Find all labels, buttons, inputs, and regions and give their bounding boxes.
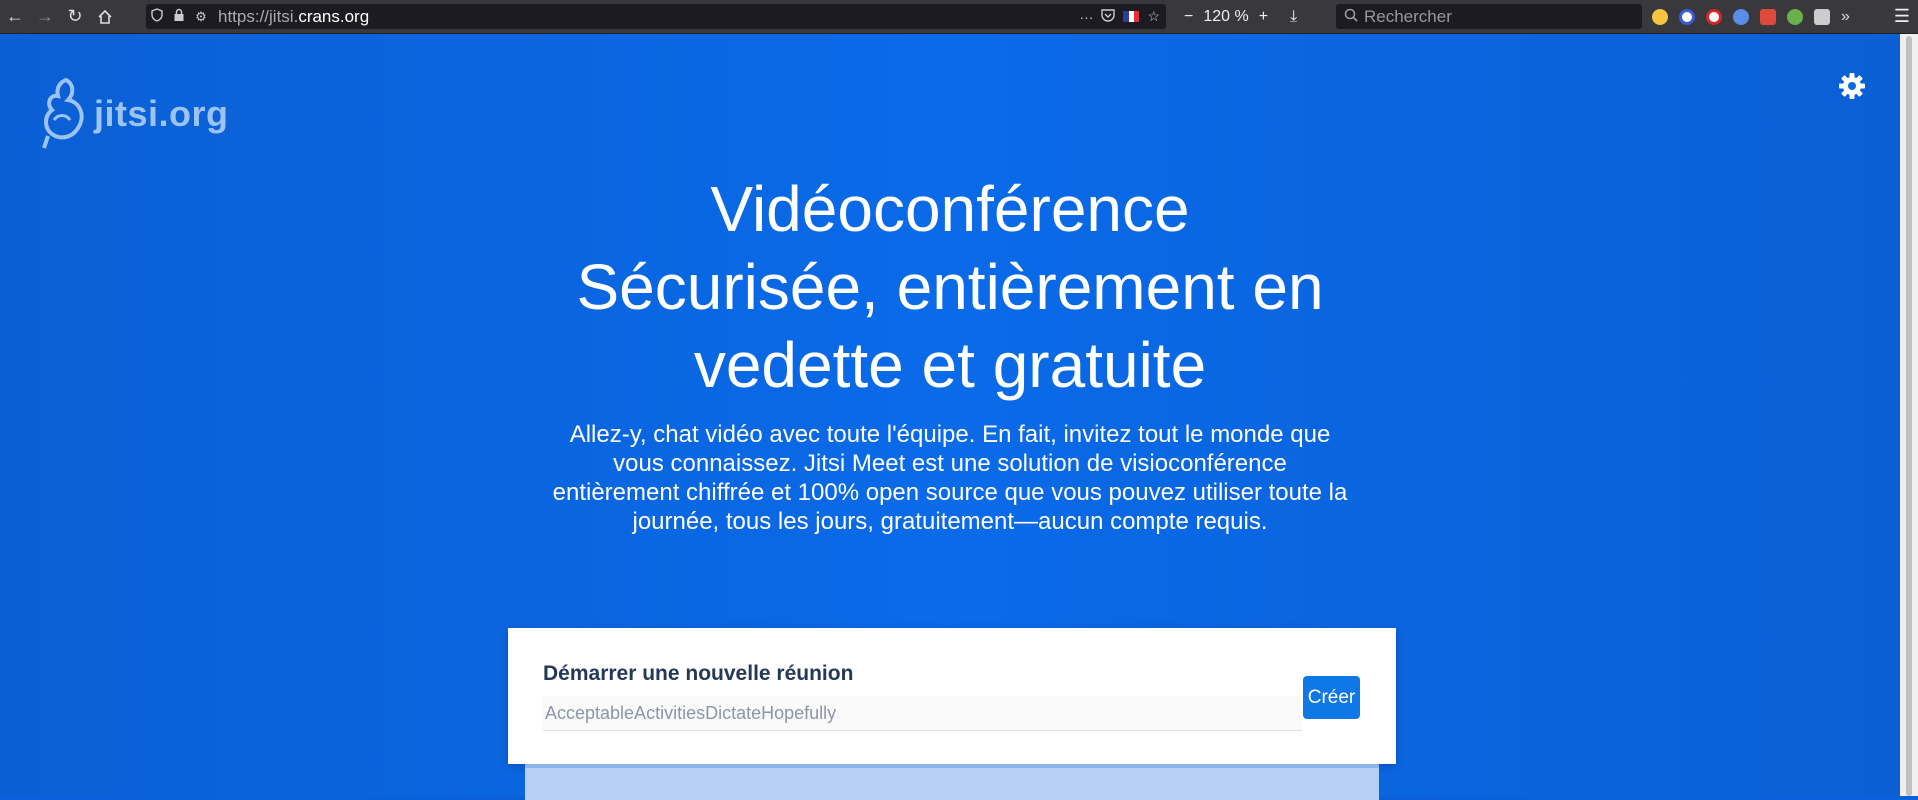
- permissions-icon[interactable]: ⚙: [190, 9, 212, 25]
- ublock-extension-icon[interactable]: [1706, 8, 1722, 25]
- container-extension-icon[interactable]: [1814, 8, 1830, 25]
- zoom-in-icon[interactable]: +: [1259, 8, 1268, 26]
- bookmark-star-icon[interactable]: ☆: [1147, 8, 1160, 25]
- search-icon: [1344, 8, 1358, 26]
- download-icon[interactable]: ⤓: [1290, 8, 1297, 26]
- address-bar[interactable]: ⚙ https://jitsi.crans.org ··· ☆: [146, 4, 1166, 29]
- hero-description: Allez-y, chat vidéo avec toute l'équipe.…: [552, 421, 1348, 535]
- room-name-input[interactable]: [543, 696, 1302, 731]
- scrollbar[interactable]: [1900, 34, 1918, 796]
- pocket-icon[interactable]: [1101, 8, 1116, 25]
- search-placeholder: Rechercher: [1364, 6, 1452, 26]
- back-icon[interactable]: ←: [0, 0, 30, 33]
- red-extension-icon[interactable]: [1760, 8, 1776, 25]
- url-text[interactable]: https://jitsi.crans.org: [218, 7, 369, 27]
- hamburger-menu-icon[interactable]: ☰: [1894, 0, 1910, 33]
- url-domain: crans.org: [298, 6, 370, 26]
- zoom-level[interactable]: 120 %: [1203, 8, 1248, 26]
- create-meeting-button[interactable]: Créer: [1303, 676, 1360, 719]
- new-meeting-card: Démarrer une nouvelle réunion Créer: [508, 628, 1396, 764]
- page-actions-icon[interactable]: ···: [1079, 9, 1093, 25]
- url-protocol: https://jitsi.: [218, 6, 299, 26]
- hero-title-line3: vedette et gratuite: [693, 329, 1207, 401]
- forward-icon[interactable]: →: [30, 0, 60, 33]
- settings-gear-icon[interactable]: [1838, 72, 1866, 100]
- logo-text: jitsi.org: [94, 93, 229, 134]
- hero-title-line1: Vidéoconférence: [710, 173, 1190, 245]
- zoom-controls: − 120 % + ⤓: [1170, 0, 1297, 33]
- france-flag-icon[interactable]: [1123, 11, 1140, 22]
- home-icon[interactable]: [90, 0, 120, 33]
- lock-icon[interactable]: [168, 8, 190, 25]
- shield-icon[interactable]: [146, 8, 168, 25]
- search-box[interactable]: Rechercher: [1336, 4, 1642, 29]
- privacy-extension-icon[interactable]: [1733, 8, 1749, 25]
- hero-title-line2: Sécurisée, entièrement en: [576, 251, 1324, 323]
- emoji-extension-icon[interactable]: [1652, 8, 1668, 25]
- scrollbar-thumb[interactable]: [1906, 36, 1912, 796]
- hero-title: Vidéoconférence Sécurisée, entièrement e…: [470, 170, 1430, 404]
- reload-icon[interactable]: ↻: [60, 0, 90, 33]
- globe-extension-icon[interactable]: [1787, 8, 1803, 25]
- browser-toolbar: ← → ↻ ⚙ https://jitsi.crans.org ··· ☆ − …: [0, 0, 1918, 34]
- jitsi-logo-icon: [42, 77, 84, 149]
- recent-meetings-strip: [525, 764, 1379, 800]
- overflow-menu-icon[interactable]: »: [1841, 8, 1850, 26]
- jitsi-logo[interactable]: jitsi.org: [40, 76, 229, 152]
- extensions-area: »: [1652, 0, 1850, 33]
- zoom-out-icon[interactable]: −: [1184, 8, 1193, 26]
- s-extension-icon[interactable]: [1679, 8, 1695, 25]
- new-meeting-title: Démarrer une nouvelle réunion: [543, 662, 854, 685]
